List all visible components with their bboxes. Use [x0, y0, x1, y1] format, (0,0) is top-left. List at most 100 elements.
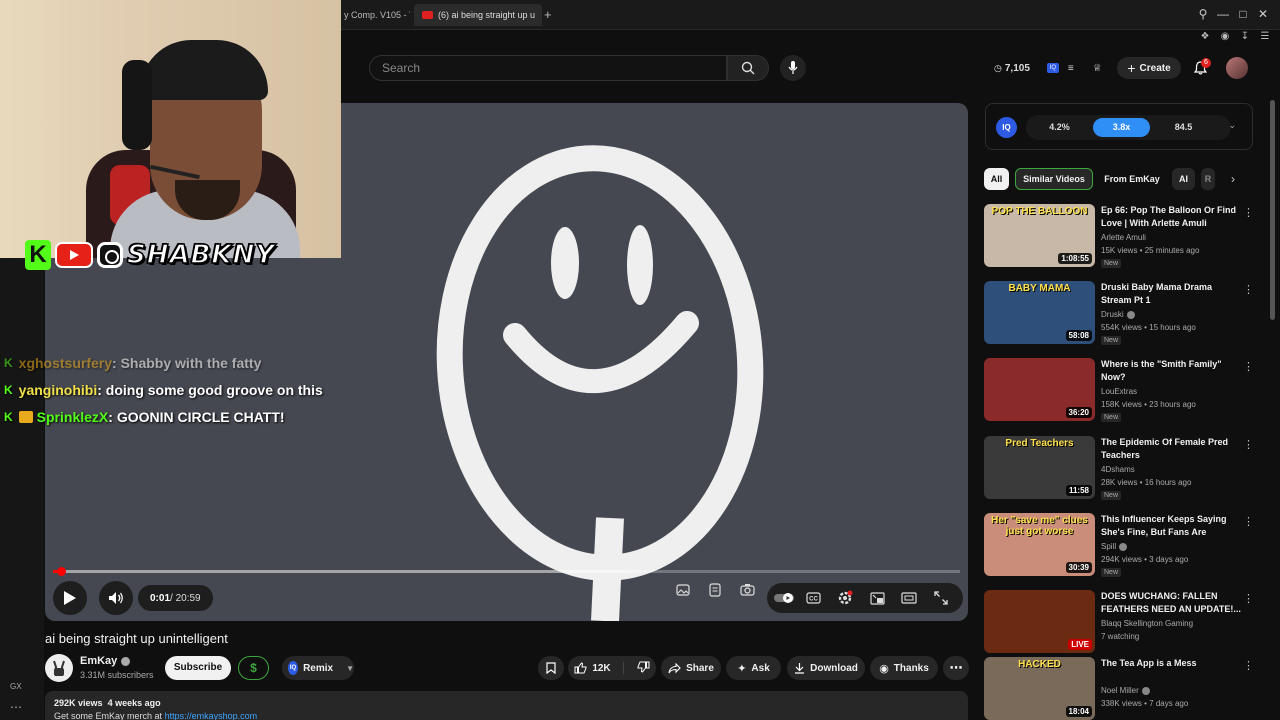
recommendation-channel[interactable]: Noel Miller	[1101, 686, 1150, 695]
subscribe-button[interactable]: Subscribe	[165, 656, 231, 680]
browser-tab[interactable]: y Comp. V105 - Y	[336, 4, 410, 26]
settings-gear-icon[interactable]	[836, 589, 854, 607]
fullscreen-icon[interactable]	[932, 589, 950, 607]
join-dollar-button[interactable]: $	[238, 656, 269, 680]
chip-ai[interactable]: AI	[1172, 168, 1195, 190]
iq-option-active[interactable]: 3.8x	[1093, 118, 1150, 137]
recommendation-title[interactable]: This Influencer Keeps Saying She's Fine,…	[1101, 513, 1241, 539]
watch-counter[interactable]: ◷ 7,105 IQ ≡ ♕	[994, 57, 1102, 79]
thumbnail-icon[interactable]	[674, 581, 692, 599]
volume-button[interactable]	[99, 581, 133, 615]
recommendation-item[interactable]: Pred Teachers 11:58 The Epidemic Of Female…	[984, 436, 1254, 506]
more-actions-button[interactable]: ⋯	[943, 656, 969, 680]
recommendation-channel[interactable]: Blaqq Skellington Gaming	[1101, 619, 1193, 628]
more-vertical-icon[interactable]: ⋮	[1243, 592, 1254, 605]
merch-link[interactable]: https://emkayshop.com	[165, 711, 258, 720]
profile-icon[interactable]: ◉	[1218, 30, 1232, 44]
like-button[interactable]: 12K	[574, 662, 624, 674]
ask-button[interactable]: ✦ Ask	[726, 656, 781, 680]
scrollbar[interactable]	[1270, 100, 1275, 320]
more-icon[interactable]: ⋯	[10, 700, 22, 714]
search-input[interactable]: Search	[369, 55, 727, 81]
download-icon[interactable]: ↧	[1238, 30, 1252, 44]
recommendation-title[interactable]: The Tea App is a Mess	[1101, 657, 1241, 670]
download-button[interactable]: Download	[787, 656, 865, 680]
video-frame-smiley	[436, 145, 764, 621]
list-icon[interactable]: ≡	[1068, 63, 1074, 74]
plus-icon: +	[1127, 60, 1136, 76]
recommendation-item[interactable]: Her "save me" clues just got worse 30:39 T…	[984, 513, 1254, 583]
extension-icon[interactable]: ❖	[1198, 30, 1212, 44]
play-button[interactable]	[53, 581, 87, 615]
recommendation-title[interactable]: DOES WUCHANG: FALLEN FEATHERS NEED AN UP…	[1101, 590, 1241, 616]
recommendation-channel[interactable]: Spill	[1101, 542, 1128, 551]
voice-search-button[interactable]	[780, 55, 806, 81]
iq-option[interactable]: 84.5	[1155, 118, 1212, 137]
more-vertical-icon[interactable]: ⋮	[1243, 515, 1254, 528]
miniplayer-icon[interactable]	[868, 589, 886, 607]
recommendation-channel[interactable]: Druski	[1101, 310, 1135, 319]
video-thumbnail[interactable]: POP THE BALLOON 1:08:55	[984, 204, 1095, 267]
recommendation-channel[interactable]: Arlette Amuli	[1101, 233, 1146, 242]
video-thumbnail[interactable]: Pred Teachers 11:58	[984, 436, 1095, 499]
chevron-right-icon[interactable]: ›	[1231, 172, 1235, 186]
chip-all[interactable]: All	[984, 168, 1009, 190]
channel-name[interactable]: EmKay	[80, 655, 131, 667]
more-vertical-icon[interactable]: ⋮	[1243, 659, 1254, 672]
new-tab-button[interactable]: +	[544, 8, 552, 21]
search-icon[interactable]: ⚲	[1196, 6, 1210, 22]
more-vertical-icon[interactable]: ⋮	[1243, 438, 1254, 451]
save-button[interactable]	[538, 656, 564, 680]
browser-tab-active[interactable]: (6) ai being straight up u	[414, 4, 542, 26]
recommendation-item[interactable]: 36:20 Where is the "Smith Family" Now? Lou…	[984, 358, 1254, 428]
recommendation-title[interactable]: The Epidemic Of Female Pred Teachers	[1101, 436, 1241, 462]
video-thumbnail[interactable]: 36:20	[984, 358, 1095, 421]
recommendation-title[interactable]: Ep 66: Pop The Balloon Or Find Love | Wi…	[1101, 204, 1241, 230]
screenshot-icon[interactable]	[738, 581, 756, 599]
video-thumbnail[interactable]: Her "save me" clues just got worse 30:39	[984, 513, 1095, 576]
close-icon[interactable]: ✕	[1256, 6, 1270, 22]
video-thumbnail[interactable]: LIVE	[984, 590, 1095, 653]
description-box[interactable]: 292K views 4 weeks ago Get some EmKay me…	[45, 691, 968, 720]
more-vertical-icon[interactable]: ⋮	[1243, 360, 1254, 373]
more-vertical-icon[interactable]: ⋮	[1243, 206, 1254, 219]
recommendation-item[interactable]: LIVE DOES WUCHANG: FALLEN FEATHERS NEED A…	[984, 590, 1254, 660]
thanks-button[interactable]: ◉ Thanks	[870, 656, 938, 680]
recommendation-item[interactable]: POP THE BALLOON 1:08:55 Ep 66: Pop The Bal…	[984, 204, 1254, 274]
chip-similar-videos[interactable]: Similar Videos	[1015, 168, 1093, 190]
recommendation-title[interactable]: Where is the "Smith Family" Now?	[1101, 358, 1241, 384]
video-thumbnail[interactable]: BABY MAMA 58:08	[984, 281, 1095, 344]
chip-from-emkay[interactable]: From EmKay	[1099, 168, 1165, 190]
minimize-icon[interactable]: —	[1216, 6, 1230, 22]
remix-button[interactable]: IQ Remix ▼	[282, 656, 354, 680]
autoplay-toggle[interactable]	[773, 589, 795, 607]
channel-label: Arlette Amuli	[1101, 233, 1146, 242]
recommendation-channel[interactable]: 4Dshams	[1101, 465, 1135, 474]
channel-avatar[interactable]	[45, 654, 73, 682]
recommendation-item[interactable]: BABY MAMA 58:08 Druski Baby Mama Drama Str…	[984, 281, 1254, 351]
chip-partial[interactable]: R	[1201, 168, 1215, 190]
captions-icon[interactable]: CC	[804, 589, 822, 607]
youtube-logo-icon	[55, 242, 93, 268]
share-button[interactable]: Share	[661, 656, 721, 680]
more-vertical-icon[interactable]: ⋮	[1243, 283, 1254, 296]
menu-icon[interactable]: ☰	[1258, 30, 1272, 44]
iq-option[interactable]: 4.2%	[1031, 118, 1088, 137]
maximize-icon[interactable]: □	[1236, 6, 1250, 22]
progress-bar[interactable]	[53, 567, 960, 576]
chevron-down-icon[interactable]: ⌄	[1228, 120, 1236, 131]
iq-logo-icon[interactable]: IQ	[996, 117, 1017, 138]
account-avatar[interactable]	[1226, 57, 1248, 79]
recommendation-channel[interactable]: LouExtras	[1101, 387, 1137, 396]
iq-badge[interactable]: IQ	[1046, 63, 1059, 73]
search-button[interactable]	[727, 55, 769, 81]
create-button[interactable]: + Create	[1117, 57, 1181, 79]
transcript-icon[interactable]	[706, 581, 724, 599]
recommendation-title[interactable]: Druski Baby Mama Drama Stream Pt 1	[1101, 281, 1241, 307]
trophy-icon[interactable]: ♕	[1093, 63, 1102, 74]
video-thumbnail[interactable]: HACKED 18:04	[984, 657, 1095, 720]
theater-mode-icon[interactable]	[900, 589, 918, 607]
scrubber-handle[interactable]	[57, 567, 66, 576]
recommendation-item[interactable]: HACKED 18:04 The Tea App is a Mess Noel Mil…	[984, 657, 1254, 720]
dislike-button[interactable]	[629, 661, 650, 676]
